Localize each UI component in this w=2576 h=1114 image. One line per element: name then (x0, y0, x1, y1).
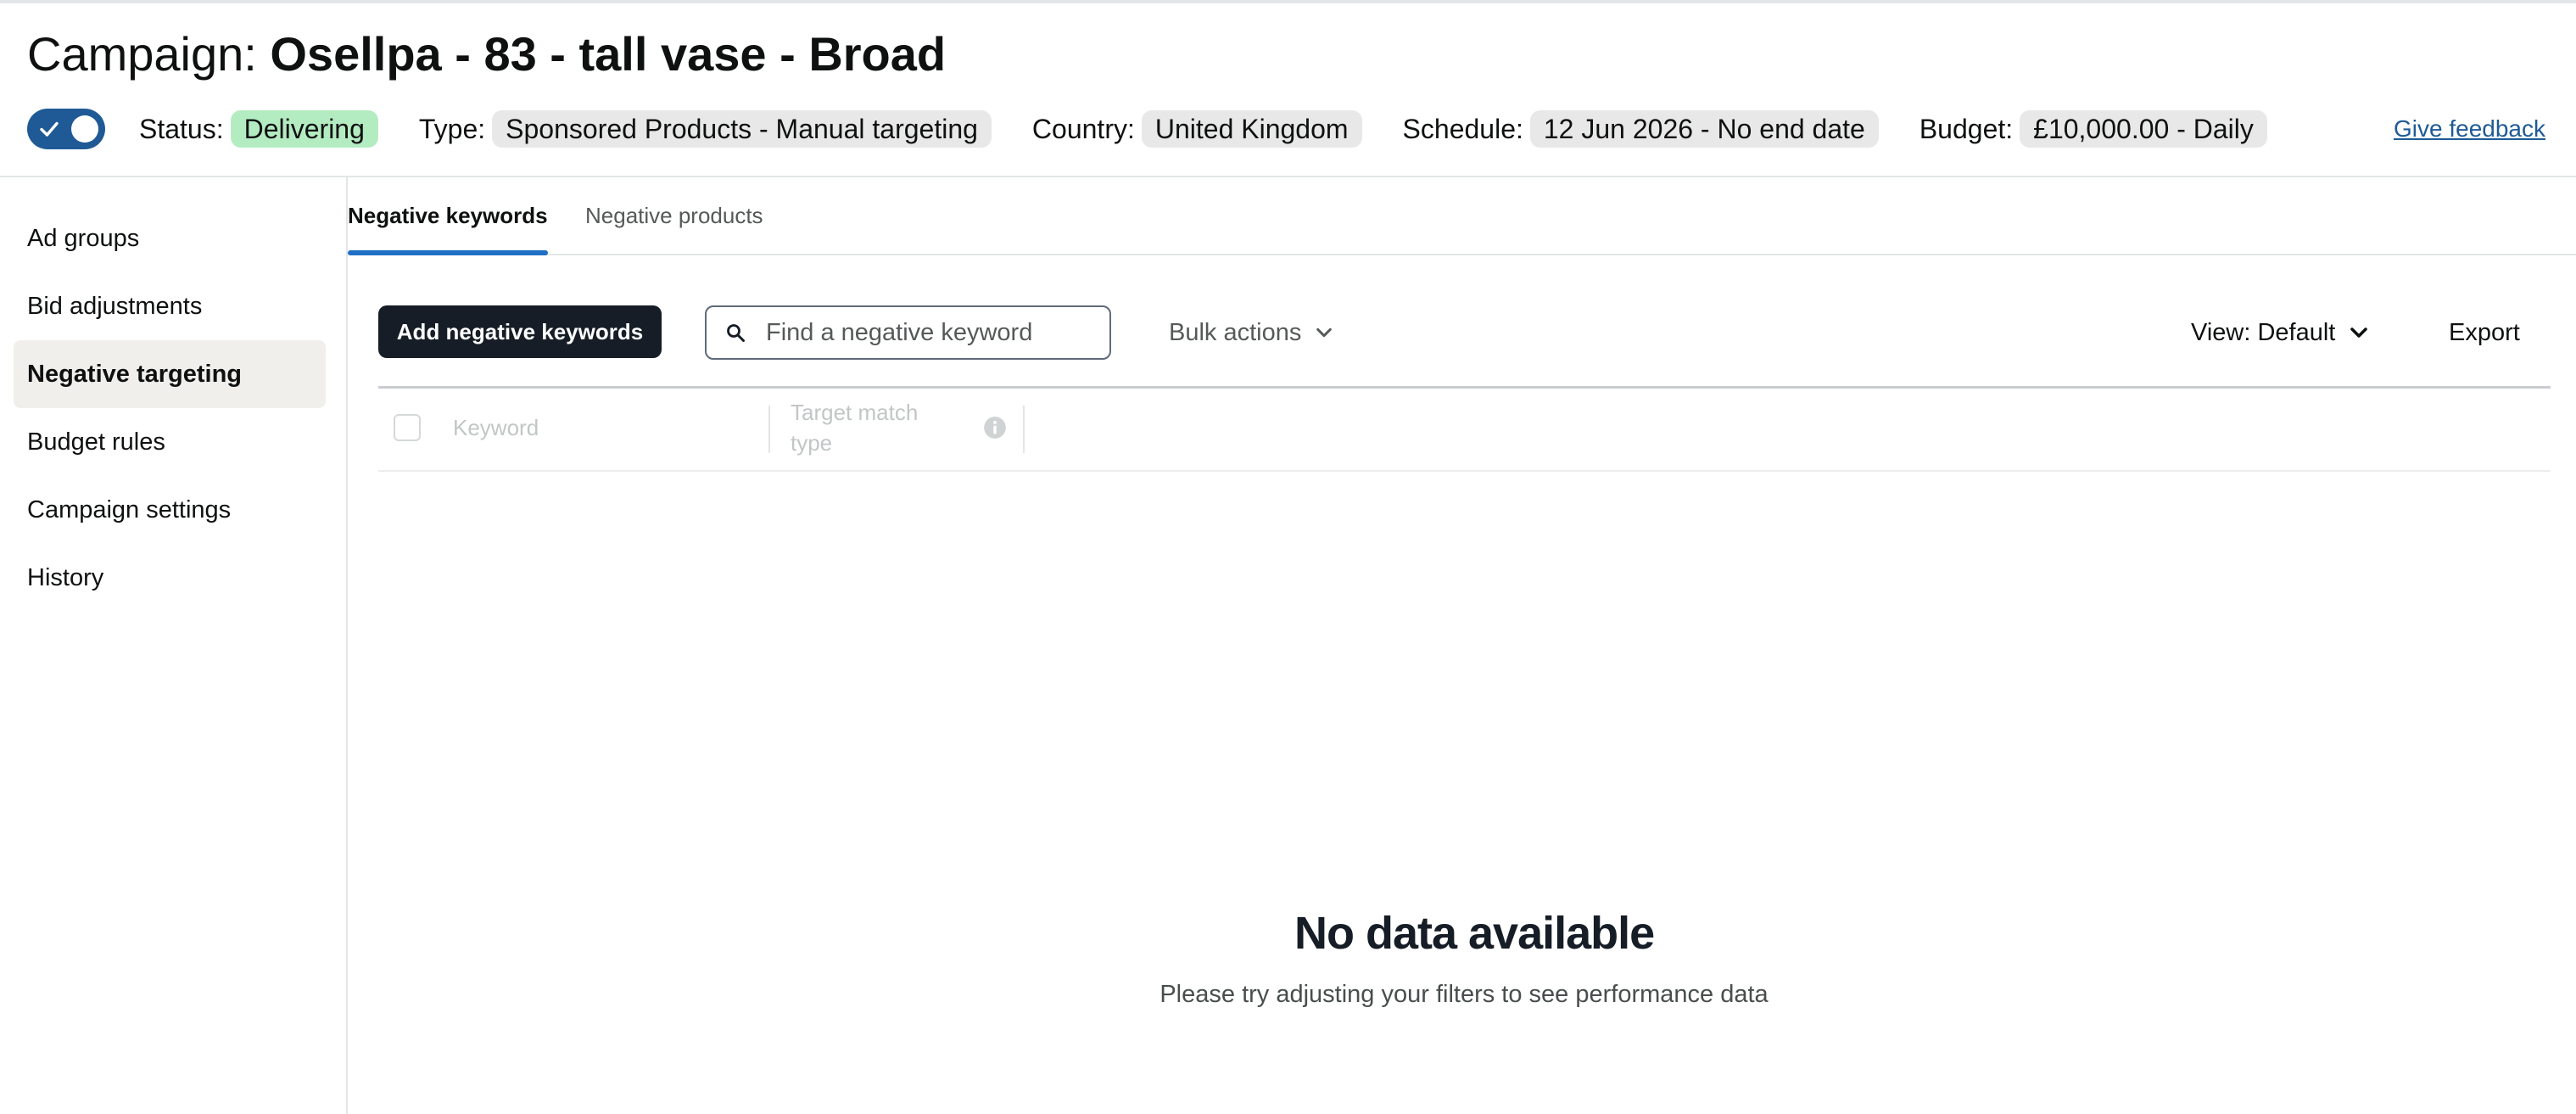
empty-state-title: No data available (1294, 908, 1655, 959)
status-meta: Status: Delivering (139, 110, 378, 148)
empty-state-subtitle: Please try adjusting your filters to see… (1159, 981, 1769, 1008)
chevron-down-icon (2350, 327, 2368, 338)
tab-negative-products[interactable]: Negative products (585, 177, 763, 254)
title-prefix: Campaign: (27, 27, 257, 81)
give-feedback-link[interactable]: Give feedback (2394, 115, 2545, 143)
page-title: Campaign: Osellpa - 83 - tall vase - Bro… (27, 25, 946, 83)
select-all-checkbox[interactable] (394, 414, 421, 441)
top-border (0, 0, 2576, 3)
country-label: Country: (1031, 113, 1135, 144)
type-badge: Sponsored Products - Manual targeting (492, 110, 992, 148)
country-badge: United Kingdom (1141, 110, 1362, 148)
search-icon (727, 324, 745, 342)
add-negative-keywords-button[interactable]: Add negative keywords (378, 305, 662, 358)
budget-label: Budget: (1919, 113, 2014, 144)
bulk-actions-dropdown[interactable]: Bulk actions (1169, 316, 1333, 350)
export-button[interactable]: Export (2449, 316, 2520, 350)
view-selector[interactable]: View: Default (2191, 316, 2369, 350)
country-meta: Country: United Kingdom (1032, 110, 1362, 148)
budget-badge: £10,000.00 - Daily (2020, 110, 2267, 148)
tab-negative-keywords[interactable]: Negative keywords (348, 177, 548, 255)
column-divider[interactable] (768, 406, 770, 453)
budget-meta: Budget: £10,000.00 - Daily (1919, 110, 2267, 148)
table-header-border (378, 470, 2551, 472)
sidebar-item-ad-groups[interactable]: Ad groups (14, 204, 326, 272)
sidebar-item-bid-adjustments[interactable]: Bid adjustments (14, 272, 326, 340)
status-badge: Delivering (230, 110, 378, 148)
table-header: Keyword Target match type (378, 389, 2551, 470)
sidebar-item-budget-rules[interactable]: Budget rules (14, 408, 326, 476)
campaign-name: Osellpa - 83 - tall vase - Broad (270, 27, 947, 81)
search-box[interactable] (705, 305, 1111, 360)
type-label: Type: (418, 113, 486, 144)
schedule-badge: 12 Jun 2026 - No end date (1529, 110, 1879, 148)
schedule-meta: Schedule: 12 Jun 2026 - No end date (1403, 110, 1879, 148)
check-icon (40, 121, 59, 137)
type-meta: Type: Sponsored Products - Manual target… (419, 110, 992, 148)
column-header-keyword[interactable]: Keyword (453, 412, 539, 443)
chevron-down-icon (1316, 327, 1333, 338)
bulk-actions-label: Bulk actions (1169, 318, 1302, 346)
campaign-active-toggle[interactable] (27, 109, 105, 149)
column-divider[interactable] (1023, 406, 1025, 453)
sidebar-nav: Ad groups Bid adjustments Negative targe… (0, 177, 348, 1114)
schedule-label: Schedule: (1402, 113, 1523, 144)
tab-bar: Negative keywords Negative products (348, 177, 2576, 255)
column-header-target-match-type[interactable]: Target match type (791, 397, 960, 458)
sidebar-item-campaign-settings[interactable]: Campaign settings (14, 476, 326, 544)
status-label: Status: (139, 113, 224, 144)
campaign-status-bar: Status: Delivering Type: Sponsored Produ… (27, 109, 2308, 149)
info-icon[interactable] (983, 416, 1007, 439)
sidebar-item-history[interactable]: History (14, 544, 326, 612)
toggle-knob (71, 115, 98, 143)
search-input[interactable] (766, 318, 1088, 347)
sidebar-item-negative-targeting[interactable]: Negative targeting (14, 340, 326, 408)
view-label: View: Default (2191, 318, 2336, 346)
